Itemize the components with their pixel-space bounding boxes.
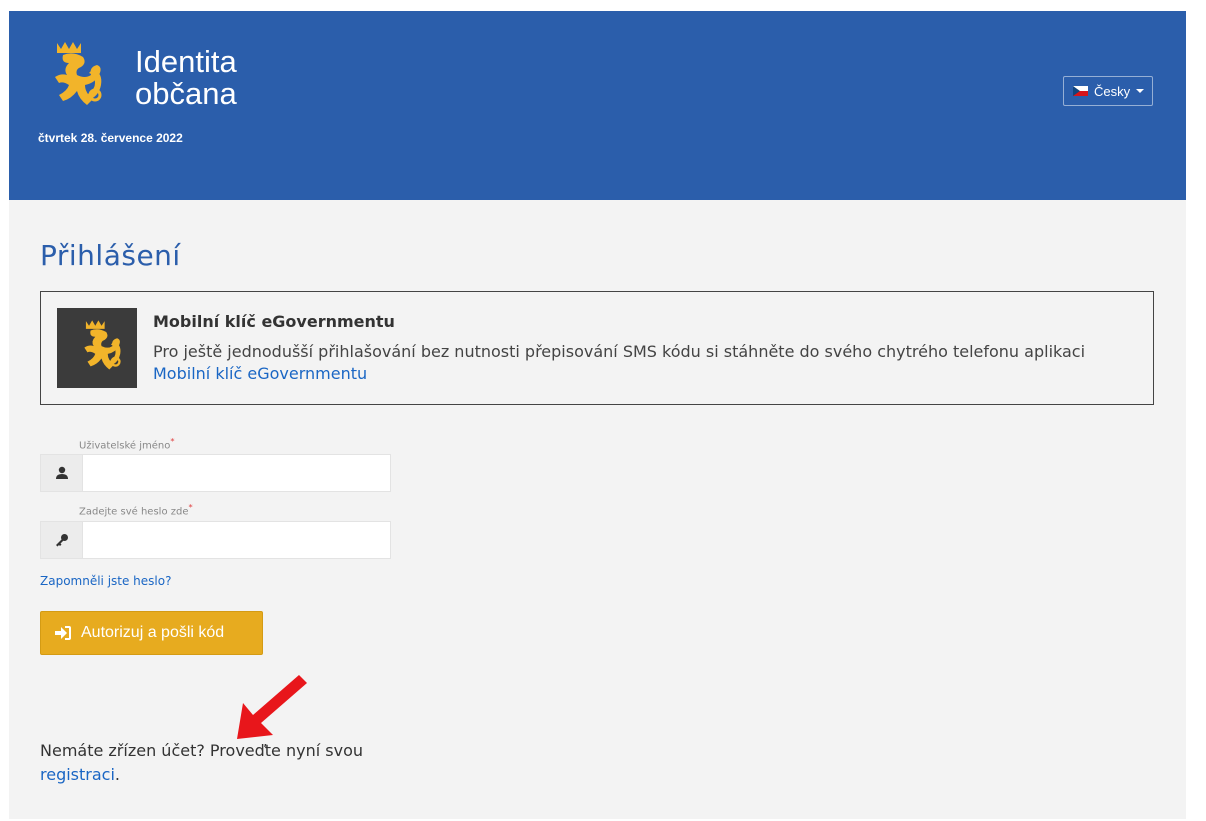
password-input[interactable] [83, 522, 390, 558]
caret-down-icon [1136, 89, 1145, 93]
register-suffix: . [114, 765, 120, 784]
key-icon [55, 534, 68, 547]
required-mark: * [170, 436, 175, 446]
username-label: Uživatelské jméno* [79, 436, 175, 451]
password-field [40, 521, 391, 559]
brand-line-2: občana [135, 76, 237, 111]
czech-lion-emblem-icon [55, 42, 102, 105]
username-field [40, 454, 391, 492]
register-prompt: Nemáte zřízen účet? Proveďte nyní svou r… [40, 739, 400, 787]
site-header: Identita občana čtvrtek 28. července 202… [9, 11, 1186, 200]
forgot-password-link[interactable]: Zapomněli jste heslo? [40, 574, 171, 588]
promo-text: Pro ještě jednodušší přihlašování bez nu… [153, 341, 1143, 385]
page-title: Přihlášení [40, 239, 181, 272]
required-mark: * [188, 502, 193, 512]
login-page: Identita občana čtvrtek 28. července 202… [9, 11, 1186, 819]
register-text: Nemáte zřízen účet? Proveďte nyní svou [40, 741, 363, 760]
current-date: čtvrtek 28. července 2022 [38, 131, 183, 145]
language-label: Česky [1094, 83, 1131, 99]
czech-flag-icon [1073, 86, 1088, 96]
submit-label: Autorizuj a pošli kód [81, 624, 225, 641]
red-arrow-icon [237, 675, 307, 739]
promo-text-body: Pro ještě jednodušší přihlašování bez nu… [153, 342, 1086, 361]
brand-title: Identita občana [135, 46, 237, 110]
brand-line-1: Identita [135, 44, 237, 79]
promo-heading: Mobilní klíč eGovernmentu [153, 312, 395, 331]
password-label: Zadejte své heslo zde* [79, 502, 193, 517]
user-icon [55, 466, 68, 479]
username-input[interactable] [83, 455, 390, 491]
sign-in-icon [55, 626, 71, 640]
username-label-text: Uživatelské jméno [79, 440, 171, 452]
password-label-text: Zadejte své heslo zde [79, 506, 189, 518]
mobile-key-logo [57, 308, 137, 388]
czech-lion-emblem-icon [84, 320, 121, 370]
username-addon [41, 455, 83, 491]
mobile-key-promo: Mobilní klíč eGovernmentu Pro ještě jedn… [40, 291, 1154, 405]
authorize-send-code-button[interactable]: Autorizuj a pošli kód [40, 611, 263, 655]
language-selector[interactable]: Česky [1063, 76, 1153, 106]
mobile-key-link[interactable]: Mobilní klíč eGovernmentu [153, 364, 367, 383]
password-addon [41, 522, 83, 558]
register-link[interactable]: registraci [40, 765, 115, 784]
